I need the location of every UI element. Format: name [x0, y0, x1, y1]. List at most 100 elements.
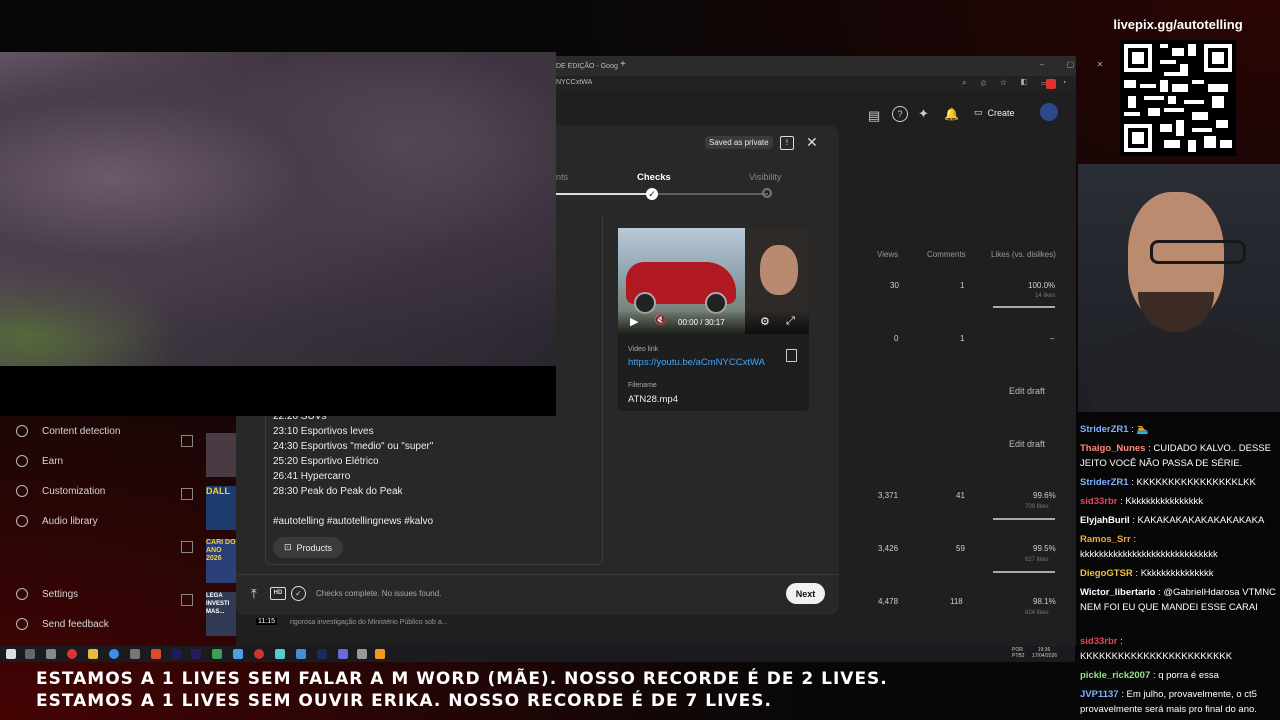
chat-text: KKKKKKKKKKKKKKKKKKKKKKKK [1080, 651, 1233, 662]
brave-icon[interactable] [151, 649, 161, 659]
audition-icon[interactable] [317, 649, 327, 659]
row-checkbox[interactable] [181, 541, 193, 553]
avatar[interactable] [1040, 103, 1058, 121]
next-button[interactable]: Next [786, 583, 825, 604]
step-checks[interactable]: Checks [637, 172, 671, 183]
video-link-label: Video link [628, 346, 659, 353]
streamer-glasses [1150, 240, 1246, 264]
chat-username: pickle_rick2007 [1080, 670, 1151, 681]
likes-count: 709 likes [1025, 504, 1049, 510]
chat-message: Thaigo_Nunes : CUIDADO KALVO.. DESSE JEI… [1080, 443, 1271, 469]
video-thumbnail[interactable]: DALL [206, 486, 236, 530]
chat-username: ElyjahBuril [1080, 515, 1130, 526]
media-encoder-icon[interactable] [191, 649, 201, 659]
browser-tab[interactable]: DE EDIÇÃO - Goog [556, 60, 618, 74]
sidebar-item-settings[interactable]: Settings [16, 583, 78, 605]
chat-message: StriderZR1 : KKKKKKKKKKKKKKKKLKK [1080, 477, 1256, 488]
presenter-face [760, 245, 798, 295]
vlc-icon[interactable] [375, 649, 385, 659]
chrome-icon[interactable] [254, 649, 264, 659]
new-tab-button[interactable]: + [620, 59, 626, 70]
bell-icon[interactable]: 🔔 [944, 107, 959, 121]
sidebar-item-content-detection[interactable]: Content detection [16, 420, 120, 442]
sparkle-icon[interactable]: ✦ [918, 106, 929, 122]
column-header-views[interactable]: Views [877, 250, 898, 259]
help-icon[interactable]: ? [892, 106, 908, 122]
likes-cell: 98.1% [1033, 597, 1056, 606]
video-thumbnail[interactable]: LEGA INVESTI MAS... [206, 592, 236, 636]
video-duration: 11:15 [256, 618, 277, 625]
clock[interactable]: 19:36 17/04/2026 [1032, 647, 1057, 659]
streamer-shirt [1090, 330, 1280, 412]
likes-cell: – [1050, 334, 1055, 343]
column-header-comments[interactable]: Comments [927, 250, 966, 259]
sidebar-item-label: Customization [42, 485, 106, 497]
sidebar-item-audio-library[interactable]: Audio library [16, 510, 98, 532]
sidebar-item-customization[interactable]: Customization [16, 480, 105, 502]
saved-badge: Saved as private [705, 136, 773, 149]
start-icon[interactable] [6, 649, 16, 659]
extension-icon[interactable] [1046, 79, 1056, 89]
hd-icon: HD [270, 587, 286, 600]
taskbar-app-icon[interactable] [338, 649, 348, 659]
chat-text: Kkkkkkkkkkkkkkk [1140, 568, 1214, 579]
language-indicator[interactable]: POR PTB2 [1012, 647, 1025, 659]
filename-label: Filename [628, 382, 657, 389]
gear-icon [16, 588, 28, 600]
chat-username: Ramos_Srr [1080, 534, 1131, 545]
comments-cell: 41 [956, 491, 965, 500]
sidebar-item-label: Settings [42, 588, 79, 600]
bag-icon: ⊡ [283, 542, 292, 552]
taskbar-app-icon[interactable] [233, 649, 243, 659]
edge-icon[interactable] [109, 649, 119, 659]
sheets-icon[interactable] [212, 649, 222, 659]
step-visibility[interactable]: Visibility [749, 172, 781, 182]
report-icon[interactable]: ! [780, 136, 794, 150]
taskbar-app-icon[interactable] [296, 649, 306, 659]
folder-icon[interactable] [88, 649, 98, 659]
comments-icon[interactable]: ▤ [868, 108, 880, 124]
play-icon[interactable]: ▶ [630, 315, 638, 328]
qr-code [1120, 40, 1236, 156]
filename: ATN28.mp4 [628, 394, 678, 405]
taskbar-app-icon[interactable] [130, 649, 140, 659]
create-button[interactable]: ▭ Create [974, 107, 1015, 118]
comments-cell: 1 [960, 334, 965, 343]
copy-icon[interactable] [786, 349, 797, 362]
taskbar-app-icon[interactable] [275, 649, 285, 659]
description-line: 25:20 Esportivo Elétrico [273, 456, 379, 467]
mute-icon[interactable]: 🔇 [654, 315, 666, 326]
taskbar-app-icon[interactable] [46, 649, 56, 659]
gear-icon[interactable]: ⚙ [760, 315, 770, 328]
search-icon[interactable] [25, 649, 35, 659]
row-checkbox[interactable] [181, 488, 193, 500]
sidebar-item-send-feedback[interactable]: Send feedback [16, 613, 109, 635]
video-link[interactable]: https://youtu.be/aCmNYCCxtWA [628, 357, 765, 368]
likes-count: 824 likes [1025, 610, 1049, 616]
step-details[interactable]: nts [556, 172, 568, 182]
comments-cell: 59 [956, 544, 965, 553]
premiere-icon[interactable] [172, 649, 182, 659]
likes-cell: 99.5% [1033, 544, 1056, 553]
window-controls[interactable]: – ▢ ✕ [1040, 60, 1113, 69]
chat-username: JVP1137 [1080, 689, 1119, 700]
row-checkbox[interactable] [181, 435, 193, 447]
row-checkbox[interactable] [181, 594, 193, 606]
chrome-icon[interactable] [67, 649, 77, 659]
taskbar-app-icon[interactable] [357, 649, 367, 659]
video-thumbnail[interactable]: CARI DO ANO 2026 [206, 539, 236, 583]
fullscreen-icon[interactable]: ⤢ [786, 315, 795, 328]
column-header-likes[interactable]: Likes (vs. dislikes) [991, 250, 1056, 259]
products-button[interactable]: ⊡ Products [273, 537, 343, 558]
checks-complete-icon: ✓ [291, 586, 306, 601]
chat-message: Ramos_Srr : kkkkkkkkkkkkkkkkkkkkkkkkkkkk… [1080, 534, 1218, 560]
edit-draft-link[interactable]: Edit draft [1009, 386, 1045, 396]
close-icon[interactable]: ✕ [806, 134, 818, 151]
wand-icon [16, 485, 28, 497]
edit-draft-link[interactable]: Edit draft [1009, 439, 1045, 449]
check-step-icon: ✓ [646, 188, 658, 200]
chat-username: sid33rbr [1080, 636, 1118, 647]
chat-text: kkkkkkkkkkkkkkkkkkkkkkkkkkkkk [1080, 549, 1218, 560]
video-thumbnail[interactable] [206, 433, 236, 477]
sidebar-item-earn[interactable]: Earn [16, 450, 63, 472]
